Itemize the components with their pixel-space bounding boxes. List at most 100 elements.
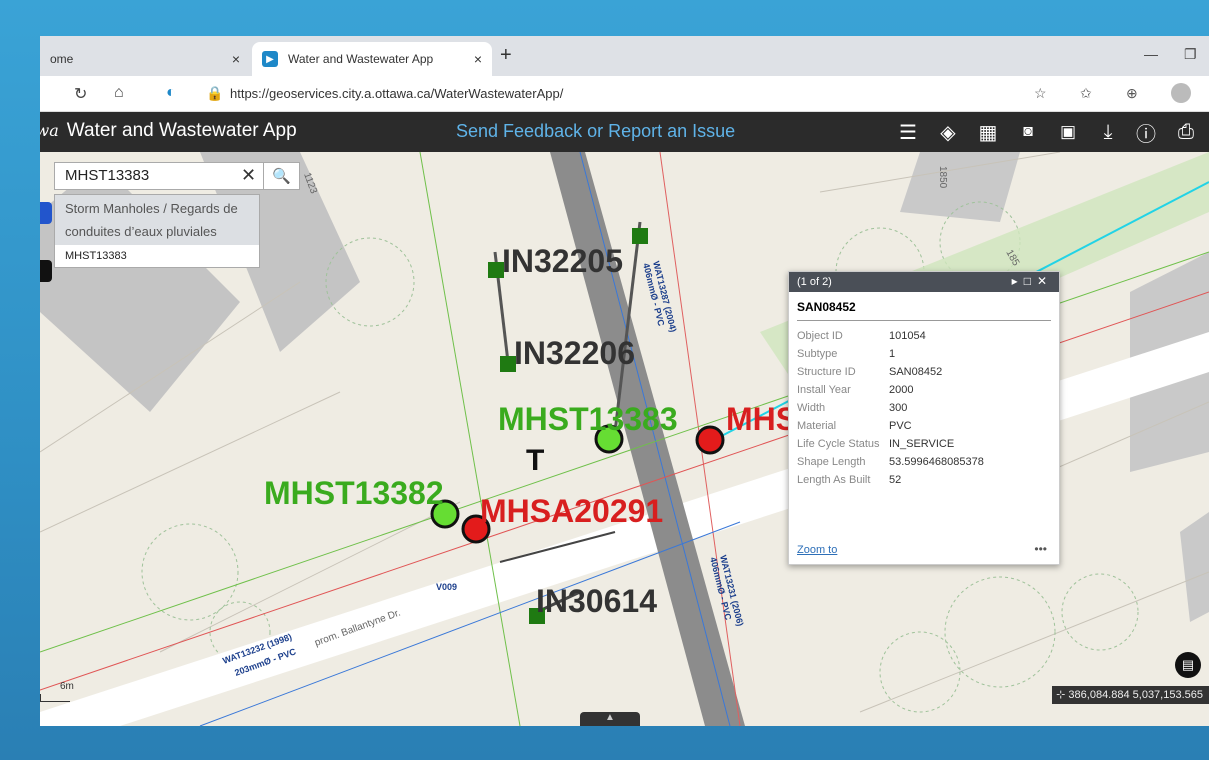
attribute-value: 101054 xyxy=(889,330,926,342)
minimize-icon[interactable]: — xyxy=(1144,46,1158,62)
attribute-value: PVC xyxy=(889,420,912,432)
tab-water-app[interactable]: ▶ Water and Wastewater App × xyxy=(252,42,492,76)
clear-search-icon[interactable]: ✕ xyxy=(241,165,256,186)
scale-bar xyxy=(40,694,70,702)
map-label: IN32206 xyxy=(514,335,635,371)
lock-icon[interactable]: 🔒 xyxy=(206,85,223,102)
new-tab-button[interactable]: + xyxy=(500,44,512,67)
tab-strip: ome × ▶ Water and Wastewater App × + — ❐ xyxy=(40,36,1209,76)
favorites-icon[interactable]: ✩ xyxy=(1080,85,1092,102)
more-actions-icon[interactable]: ••• xyxy=(1034,542,1047,556)
map-label: IN32205 xyxy=(502,243,623,279)
app-title: awa Water and Wastewater App xyxy=(40,120,297,142)
layers-icon[interactable]: ◈ xyxy=(936,120,960,144)
attribute-key: Width xyxy=(797,402,826,414)
app-header: awa Water and Wastewater App Send Feedbac… xyxy=(40,112,1209,152)
attribute-value: 2000 xyxy=(889,384,914,396)
attribute-value: 1 xyxy=(889,348,896,360)
suggestion-group-header: Storm Manholes / Regards de conduites d’… xyxy=(55,195,259,245)
coordinate-readout: ⊹ 386,084.884 5,037,153.565 xyxy=(1052,686,1209,704)
refresh-icon[interactable]: ↻ xyxy=(74,84,87,104)
map-symbol: T xyxy=(526,444,544,477)
address-label: 1850 xyxy=(937,166,948,189)
attribute-row: Length As Built 52 xyxy=(797,471,984,489)
crosshair-icon: ⊹ xyxy=(1056,689,1069,701)
info-icon[interactable]: ⓘ xyxy=(1134,120,1158,146)
zoom-to-link[interactable]: Zoom to xyxy=(797,544,837,556)
attribute-value: 53.5996468085378 xyxy=(889,456,984,468)
map-label: MHST13383 xyxy=(498,401,678,437)
expand-panel-button[interactable]: ▲ xyxy=(580,712,640,726)
building xyxy=(1180,512,1209,622)
sanitary-manhole-marker[interactable] xyxy=(695,425,725,455)
attribute-row: Life Cycle Status IN_SERVICE xyxy=(797,435,984,453)
search-icon[interactable]: 🔍 xyxy=(263,162,299,190)
attribute-table: Object ID 101054 Subtype 1 Structure ID SAN08… xyxy=(797,327,984,489)
search-input[interactable] xyxy=(65,167,245,184)
close-tab-icon[interactable]: × xyxy=(232,51,240,67)
suggestion-item[interactable]: MHST13383 xyxy=(55,245,259,267)
attribute-key: Life Cycle Status xyxy=(797,438,880,450)
map-view[interactable]: IN32205 IN32206 MHST13383 MHS MHST13382 … xyxy=(40,152,1209,726)
edge-logo-icon: ◐ xyxy=(166,84,176,101)
download-icon[interactable]: ⤓ xyxy=(1096,120,1120,144)
attribute-row: Object ID 101054 xyxy=(797,327,984,345)
attribute-row: Width 300 xyxy=(797,399,984,417)
map-label: MHS xyxy=(726,401,797,437)
add-favorite-icon[interactable]: ☆ xyxy=(1034,85,1047,102)
app-favicon-icon: ▶ xyxy=(262,51,278,67)
map-label: IN30614 xyxy=(536,583,657,619)
map-label: MHSA20291 xyxy=(480,493,663,529)
address-bar: ↻ ⌂ ◐ 🔒 https://geoservices.city.a.ottaw… xyxy=(40,76,1209,112)
clipboard-icon[interactable]: ▣ xyxy=(1056,120,1080,144)
widget-button[interactable] xyxy=(40,202,52,224)
home-icon[interactable]: ⌂ xyxy=(114,84,124,102)
restore-icon[interactable]: ❐ xyxy=(1184,46,1197,63)
tab-label: ome xyxy=(50,52,74,66)
widget-button[interactable] xyxy=(40,260,52,282)
storm-main xyxy=(419,152,521,726)
list-icon[interactable]: ☰ xyxy=(896,120,920,144)
document-icon[interactable]: ▤ xyxy=(1175,652,1201,678)
popup-header: (1 of 2) ▸□✕ xyxy=(789,272,1059,292)
search-box[interactable]: ✕ 🔍 xyxy=(54,162,300,190)
scale-label: 6m xyxy=(60,681,74,692)
attribute-row: Material PVC xyxy=(797,417,984,435)
url-field[interactable]: https://geoservices.city.a.ottawa.ca/Wat… xyxy=(230,86,563,101)
attribute-value: IN_SERVICE xyxy=(889,438,955,450)
popup-controls[interactable]: ▸□✕ xyxy=(1012,274,1053,288)
attribute-key: Shape Length xyxy=(797,456,866,468)
tab-label: Water and Wastewater App xyxy=(288,52,434,66)
app-title-text: Water and Wastewater App xyxy=(66,120,297,141)
browser-window: ome × ▶ Water and Wastewater App × + — ❐… xyxy=(40,36,1209,726)
attribute-value: 300 xyxy=(889,402,908,414)
camera-icon[interactable]: ◙ xyxy=(1016,120,1040,144)
building xyxy=(900,152,1020,222)
attribute-row: Subtype 1 xyxy=(797,345,984,363)
close-tab-icon[interactable]: × xyxy=(474,51,482,67)
popup-title: SAN08452 xyxy=(797,292,1051,321)
print-icon[interactable]: ⎙ xyxy=(1174,120,1198,144)
collections-icon[interactable]: ⊕ xyxy=(1126,85,1138,102)
coordinate-text: 386,084.884 5,037,153.565 xyxy=(1068,689,1203,701)
attribute-key: Structure ID xyxy=(797,366,856,378)
profile-avatar[interactable] xyxy=(1171,83,1191,103)
attribute-key: Object ID xyxy=(797,330,843,342)
inlet-marker[interactable] xyxy=(632,228,648,244)
map-label: MHST13382 xyxy=(264,475,444,511)
attribute-row: Structure ID SAN08452 xyxy=(797,363,984,381)
attribute-key: Length As Built xyxy=(797,474,871,486)
attribute-row: Shape Length 53.5996468085378 xyxy=(797,453,984,471)
feedback-link[interactable]: Send Feedback or Report an Issue xyxy=(456,121,735,142)
grid-icon[interactable]: ▦ xyxy=(976,120,1000,144)
city-logo: awa xyxy=(40,121,59,140)
water-line xyxy=(199,521,741,726)
search-suggestions: Storm Manholes / Regards de conduites d’… xyxy=(54,194,260,268)
attribute-value: 52 xyxy=(889,474,902,486)
attribute-value: SAN08452 xyxy=(889,366,943,378)
attribute-row: Install Year 2000 xyxy=(797,381,984,399)
feature-popup: (1 of 2) ▸□✕ SAN08452 Object ID 101054 Sub… xyxy=(788,271,1060,565)
tab-home[interactable]: ome × xyxy=(40,42,250,76)
attribute-key: Install Year xyxy=(797,384,851,396)
attribute-key: Material xyxy=(797,420,837,432)
